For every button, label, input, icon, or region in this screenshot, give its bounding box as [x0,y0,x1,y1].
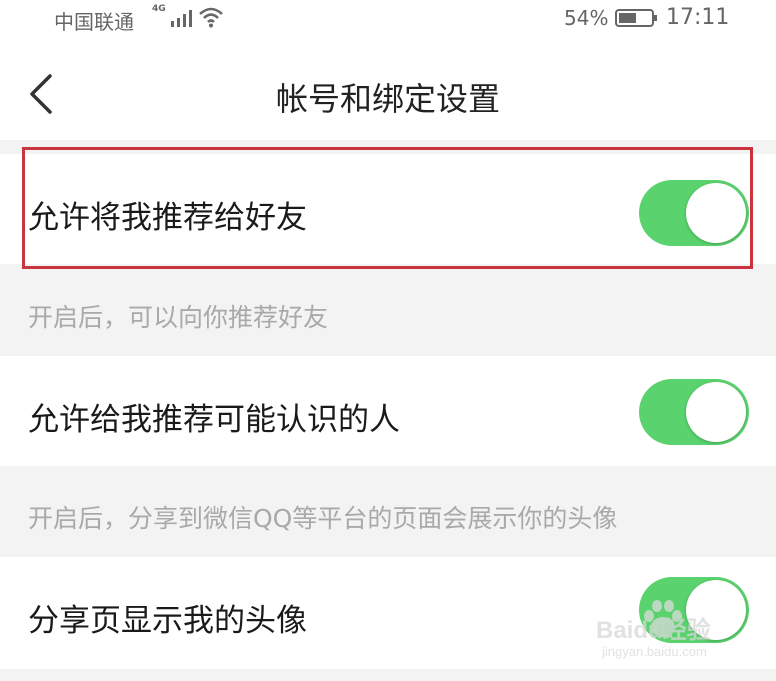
recommend-known-people-toggle[interactable] [639,379,749,445]
setting-label: 允许给我推荐可能认识的人 [28,402,400,438]
network-type: 4G [152,4,166,14]
battery-icon [615,9,657,27]
screen: 中国联通 4G 54% 17:11 帐号和绑定设置 允许将我推荐给好友 开启后，… [0,0,776,681]
status-time: 17:11 [666,5,730,30]
recommend-to-friends-toggle[interactable] [639,180,749,246]
wifi-icon [199,7,223,28]
toggle-knob [686,183,746,243]
signal-icon [171,10,192,27]
setting-label: 允许将我推荐给好友 [28,200,307,236]
setting-label: 分享页显示我的头像 [28,603,307,639]
status-bar: 中国联通 4G 54% 17:11 [0,0,776,40]
carrier-name: 中国联通 [54,10,134,34]
watermark-url: jingyan.baidu.com [602,644,707,659]
baidu-jingyan-watermark: Baidu经验 jingyan.baidu.com [596,598,766,664]
watermark-brand: Baidu经验 [596,617,711,644]
toggle-knob [686,382,746,442]
page-title: 帐号和绑定设置 [275,80,500,118]
setting-row-recommend-to-friends: 允许将我推荐给好友 [0,154,776,264]
setting-hint: 开启后，可以向你推荐好友 [28,303,329,332]
setting-row-recommend-known-people: 允许给我推荐可能认识的人 [0,356,776,466]
setting-hint: 开启后，分享到微信QQ等平台的页面会展示你的头像 [28,504,618,533]
battery-percent: 54% [564,6,609,30]
title-bar: 帐号和绑定设置 [0,40,776,140]
